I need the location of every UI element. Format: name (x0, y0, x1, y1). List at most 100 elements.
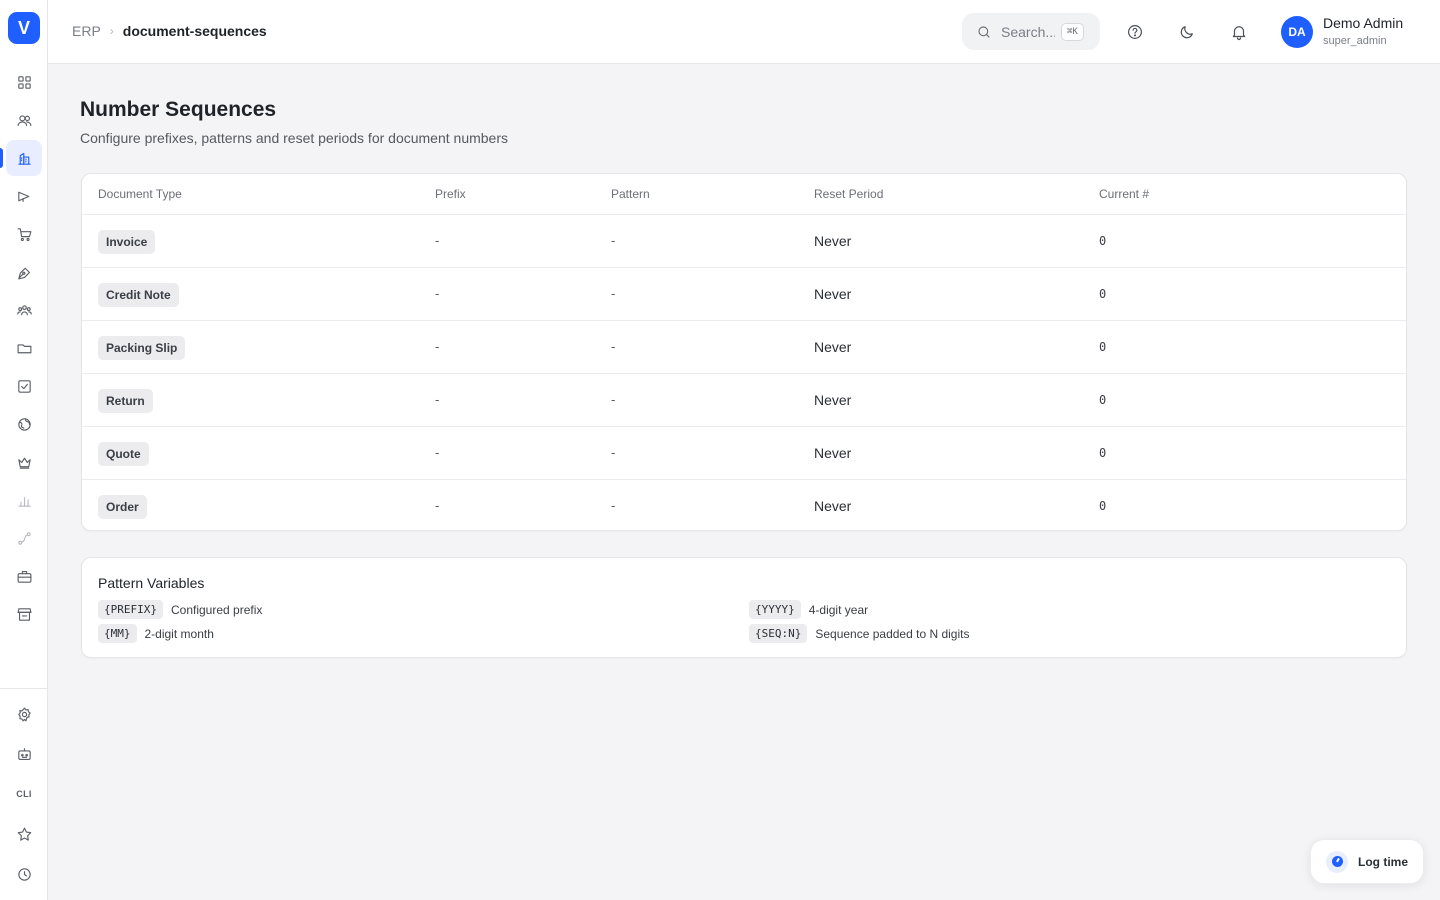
cli-label: CLI (16, 789, 32, 799)
sidebar-nav (0, 63, 48, 633)
column-header-pattern: Pattern (611, 187, 650, 201)
team-icon (16, 304, 32, 315)
sidebar-item-workflows[interactable] (0, 519, 48, 557)
checkbox-icon (17, 379, 31, 393)
crown-icon (17, 457, 31, 469)
sidebar-divider (0, 688, 48, 689)
sidebar-item-dashboard[interactable] (0, 63, 48, 101)
sidebar-item-design[interactable] (0, 253, 48, 291)
sidebar-item-files[interactable] (0, 329, 48, 367)
variable-description: Sequence padded to N digits (815, 626, 970, 641)
variable-description: 4-digit year (808, 602, 869, 617)
table-row[interactable]: Packing Slip - - Never 0 (82, 321, 1406, 374)
help-icon (1128, 25, 1142, 39)
pattern-cell: - (611, 392, 616, 407)
sidebar-item-commerce[interactable] (0, 215, 48, 253)
reset-period-cell: Never (814, 233, 852, 249)
sidebar-item-settings[interactable] (0, 694, 48, 734)
grid-icon (17, 75, 31, 89)
prefix-cell: - (435, 445, 440, 460)
table-header: Document Type Prefix Pattern Reset Perio… (82, 174, 1406, 215)
page-title: Number Sequences (80, 98, 277, 121)
sidebar-item-premium[interactable] (0, 443, 48, 481)
sidebar-item-marketing[interactable] (0, 177, 48, 215)
bell-icon (1232, 26, 1246, 41)
clock-icon (17, 867, 31, 881)
theme-toggle-button[interactable] (1175, 20, 1199, 44)
document-type-badge: Invoice (98, 230, 156, 254)
sidebar-item-web[interactable] (0, 405, 48, 443)
column-header-current: Current # (1099, 187, 1150, 201)
pattern-variable: {PREFIX} Configured prefix (98, 600, 262, 619)
sidebar-bottom-nav: CLI (0, 694, 48, 894)
page-subtitle: Configure prefixes, patterns and reset p… (80, 130, 509, 146)
column-header-document-type: Document Type (98, 187, 182, 201)
pattern-variables-title: Pattern Variables (98, 575, 205, 591)
moon-icon (1180, 26, 1193, 39)
prefix-cell: - (435, 392, 440, 407)
variable-code: {YYYY} (749, 600, 801, 619)
prefix-cell: - (435, 339, 440, 354)
current-number-cell: 0 (1099, 340, 1107, 354)
pattern-variable: {MM} 2-digit month (98, 624, 214, 643)
sidebar-item-analytics[interactable] (0, 481, 48, 519)
sidebar-item-tasks[interactable] (0, 367, 48, 405)
document-type-badge: Credit Note (98, 283, 179, 307)
breadcrumb-separator-icon: › (109, 24, 114, 38)
sequences-table: Document Type Prefix Pattern Reset Perio… (81, 173, 1407, 531)
sidebar-item-store[interactable] (0, 595, 48, 633)
route-icon (17, 531, 31, 545)
search-input[interactable]: Search... ⌘K (962, 13, 1100, 50)
log-time-button[interactable]: Log time (1310, 839, 1424, 884)
search-shortcut: ⌘K (1061, 22, 1084, 41)
sidebar-item-assistant[interactable] (0, 734, 48, 774)
pen-tool-icon (17, 267, 30, 279)
current-number-cell: 0 (1099, 393, 1107, 407)
sidebar-item-jobs[interactable] (0, 557, 48, 595)
bot-icon (17, 747, 31, 760)
pattern-cell: - (611, 445, 616, 460)
users-icon (17, 114, 31, 126)
pattern-cell: - (611, 233, 616, 248)
breadcrumb-current: document-sequences (122, 23, 267, 39)
prefix-cell: - (435, 233, 440, 248)
document-type-badge: Packing Slip (98, 336, 186, 360)
table-row[interactable]: Order - - Never 0 (82, 480, 1406, 533)
sidebar-item-history[interactable] (0, 854, 48, 894)
table-row[interactable]: Return - - Never 0 (82, 374, 1406, 427)
log-time-label: Log time (1358, 854, 1408, 869)
notifications-button[interactable] (1227, 20, 1251, 44)
star-icon (17, 827, 31, 841)
variable-code: {SEQ:N} (749, 624, 808, 643)
variable-description: 2-digit month (144, 626, 214, 641)
sidebar-item-contacts[interactable] (0, 101, 48, 139)
reset-period-cell: Never (814, 392, 852, 408)
sidebar-item-erp[interactable] (0, 139, 48, 177)
pattern-variables-card: Pattern Variables {PREFIX} Configured pr… (81, 557, 1407, 658)
settings-icon (17, 707, 31, 721)
current-number-cell: 0 (1099, 234, 1107, 248)
table-row[interactable]: Quote - - Never 0 (82, 427, 1406, 480)
cart-icon (17, 227, 31, 241)
search-icon (978, 25, 990, 38)
timer-icon (1326, 850, 1348, 873)
sidebar-item-favorites[interactable] (0, 814, 48, 854)
help-button[interactable] (1123, 20, 1147, 44)
document-type-badge: Quote (98, 442, 149, 466)
table-row[interactable]: Invoice - - Never 0 (82, 215, 1406, 268)
current-number-cell: 0 (1099, 287, 1107, 301)
topbar: ERP › document-sequences Search... ⌘K DA… (48, 0, 1440, 64)
breadcrumb-root[interactable]: ERP (72, 23, 101, 39)
column-header-prefix: Prefix (435, 187, 466, 201)
avatar[interactable]: DA (1281, 16, 1313, 48)
app-logo[interactable]: V (8, 12, 40, 44)
sidebar-item-team[interactable] (0, 291, 48, 329)
user-name[interactable]: Demo Admin (1323, 15, 1403, 31)
search-placeholder: Search... (1001, 23, 1055, 40)
column-header-reset-period: Reset Period (814, 187, 884, 201)
table-row[interactable]: Credit Note - - Never 0 (82, 268, 1406, 321)
variable-code: {PREFIX} (98, 600, 163, 619)
variable-code: {MM} (98, 624, 137, 643)
prefix-cell: - (435, 286, 440, 301)
sidebar-item-cli[interactable]: CLI (0, 774, 48, 814)
